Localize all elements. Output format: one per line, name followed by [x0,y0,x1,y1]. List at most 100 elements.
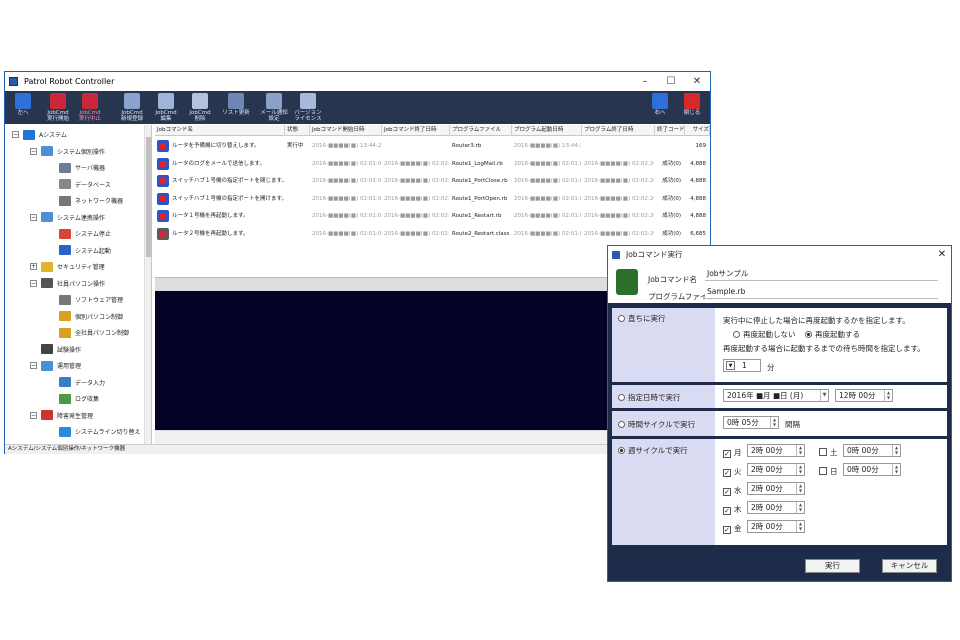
wait-minutes-select[interactable]: ▼ 1 [723,359,761,372]
day-time-spinner[interactable]: 2時 00分 ▲ ▼ [747,463,805,476]
cycle-unit: 間隔 [785,420,800,429]
tree-item[interactable]: ソフトウェア管理 [48,293,123,306]
expander-icon[interactable]: − [30,411,37,419]
day-checkbox[interactable]: ✓ 木 [723,504,742,515]
tree-item[interactable]: − Aシステム [12,128,67,141]
tree-item[interactable]: 試験操作 [30,343,81,356]
day-checkbox[interactable]: ✓ 金 [723,523,742,534]
day-time-spinner[interactable]: 2時 00分 ▲ ▼ [747,482,805,495]
column-header[interactable]: サイズ [685,125,710,136]
expander-icon[interactable]: − [30,279,37,287]
version-button[interactable]: バージョン ライセンス [293,93,323,123]
expander-icon[interactable]: − [12,131,19,138]
tree-node-icon [59,311,71,321]
day-checkbox[interactable]: ✓ 月 [723,447,742,458]
left-button[interactable]: 左へ [8,93,38,123]
title-bar: Patrol Robot Controller – ☐ ✕ [5,72,710,91]
radio-scheduled[interactable]: 指定日時で実行 [618,392,681,403]
day-label: 月 [734,448,742,457]
tree-item[interactable]: − 運用管理 [30,359,81,372]
table-row[interactable]: ルータ１号機を再起動します。 2016-■■■■(■) 02:01:00 2016-… [155,208,710,225]
tree-item[interactable]: サーバ機器 [48,161,105,174]
job-name-label: Jobコマンド名 [648,275,698,284]
table-row[interactable]: スイッチハブ１号機の指定ポートを開けます。 2016-■■■■(■) 02:01:… [155,191,710,208]
tree-item[interactable]: − システム個別操作 [30,145,105,158]
tree-node-icon [59,393,71,404]
job-new-button[interactable]: JobCmd 新規登録 [117,93,147,123]
job-delete-button[interactable]: JobCmd 削除 [185,93,215,123]
day-time-spinner[interactable]: 0時 00分 ▲ ▼ [843,463,901,476]
tree-item[interactable]: データ入力 [48,376,105,389]
tree-item[interactable]: データベース [48,178,111,191]
day-time-spinner[interactable]: 2時 00分 ▲ ▼ [747,444,805,457]
table-row[interactable]: ルータ２号機を再起動します。 2016-■■■■(■) 02:01:00 2016-… [155,226,710,243]
day-checkbox[interactable]: ✓ 火 [723,466,742,477]
right-button[interactable]: 右へ [645,93,675,123]
day-checkbox[interactable]: 日 [819,466,838,477]
play-robot-icon [50,93,66,109]
column-header[interactable]: プログラム終了日時 [582,125,655,136]
column-header[interactable]: Jobコマンド開始日時 [310,125,382,136]
table-cell: 2016-■■■■(■) 02:02:20 [584,160,654,167]
close-window-button[interactable]: ✕ [684,72,710,91]
expander-icon[interactable]: − [30,213,37,221]
expander-icon[interactable]: + [30,263,37,270]
tree-item[interactable]: システムライン切り替え [48,425,141,438]
dialog-close-button[interactable]: ✕ [933,249,951,260]
tree-node-icon [41,360,53,371]
tree-item[interactable]: ネットワーク機器 [48,194,123,207]
column-header[interactable]: 終了コード [655,125,685,136]
table-cell: 2016-■■■■(■) 02:02:20 [384,178,449,184]
table-row[interactable]: スイッチハブ１号機の指定ポートを閉じます。 2016-■■■■(■) 02:01:… [155,173,710,190]
tree-item[interactable]: システム停止 [48,227,111,240]
radio-restart[interactable]: 再度起動する [805,329,860,340]
tree-item[interactable]: + セキュリティ管理 [30,260,105,273]
maximize-button[interactable]: ☐ [658,72,684,91]
table-cell: Route1_Restart.rb [452,213,502,219]
tree-item[interactable]: − 障害発生管理 [30,409,93,422]
date-picker[interactable]: 2016年 ■月 ■日 (月) ▼ [723,389,829,402]
job-start-button[interactable]: JobCmd 実行開始 [43,93,73,123]
table-cell: 2016-■■■■(■) 02:02:20 [584,213,654,219]
table-row[interactable]: ルータを予備機に切り替えします。 実行中 2016-■■■■(■) 13:44:28… [155,138,710,155]
column-header[interactable]: 状態 [285,125,310,136]
day-checkbox[interactable]: ✓ 水 [723,485,742,496]
tree-item-label: Aシステム [39,132,67,139]
table-cell [287,208,309,225]
tree-item-label: 試験操作 [57,346,82,354]
run-button[interactable]: 実行 [805,559,860,573]
time-spinner[interactable]: 12時 00分 ▲ ▼ [835,389,893,402]
arrow-left-icon [15,93,31,109]
day-time-spinner[interactable]: 0時 00分 ▲ ▼ [843,444,901,457]
tree-item[interactable]: − 社員パソコン操作 [30,277,105,290]
job-edit-button[interactable]: JobCmd 編集 [151,93,181,123]
tree-scrollbar[interactable] [144,125,151,444]
tree-item[interactable]: システム起動 [48,244,111,257]
radio-no-restart[interactable]: 再度起動しない [733,329,796,340]
mail-settings-button[interactable]: メール通知 設定 [259,93,289,123]
column-header[interactable]: プログラムファイル [450,125,512,136]
radio-immediate[interactable]: 直ちに実行 [618,313,666,324]
column-header[interactable]: プログラム起動日時 [512,125,582,136]
day-checkbox[interactable]: 土 [819,447,838,458]
expander-icon[interactable]: − [30,362,37,369]
minimize-button[interactable]: – [632,72,658,91]
cycle-spinner[interactable]: 0時 05分 ▲ ▼ [723,416,779,429]
job-stop-button[interactable]: JobCmd 実行中止 [75,93,105,123]
column-header[interactable]: Jobコマンド終了日時 [382,125,450,136]
cancel-button[interactable]: キャンセル [882,559,937,573]
day-time-spinner[interactable]: 2時 00分 ▲ ▼ [747,520,805,533]
radio-cycle[interactable]: 時間サイクルで実行 [618,419,695,430]
close-app-button[interactable]: 閉じる [677,93,707,123]
radio-weekly[interactable]: 週サイクルで実行 [618,445,688,456]
table-cell: 成功(0) [662,160,681,167]
expander-icon[interactable]: − [30,147,37,155]
tree-item[interactable]: ログ収集 [48,392,99,405]
table-row[interactable]: ルータのログをメールで送信します。 2016-■■■■(■) 02:01:00 20… [155,156,710,173]
tree-item[interactable]: − システム連携操作 [30,211,105,224]
day-time-spinner[interactable]: 2時 00分 ▲ ▼ [747,501,805,514]
column-header[interactable]: Jobコマンド名 [155,125,285,136]
tree-item[interactable]: 全社員パソコン制御 [48,326,129,339]
refresh-list-button[interactable]: リスト更新 [221,93,251,123]
tree-item[interactable]: 個別パソコン制御 [48,310,123,323]
